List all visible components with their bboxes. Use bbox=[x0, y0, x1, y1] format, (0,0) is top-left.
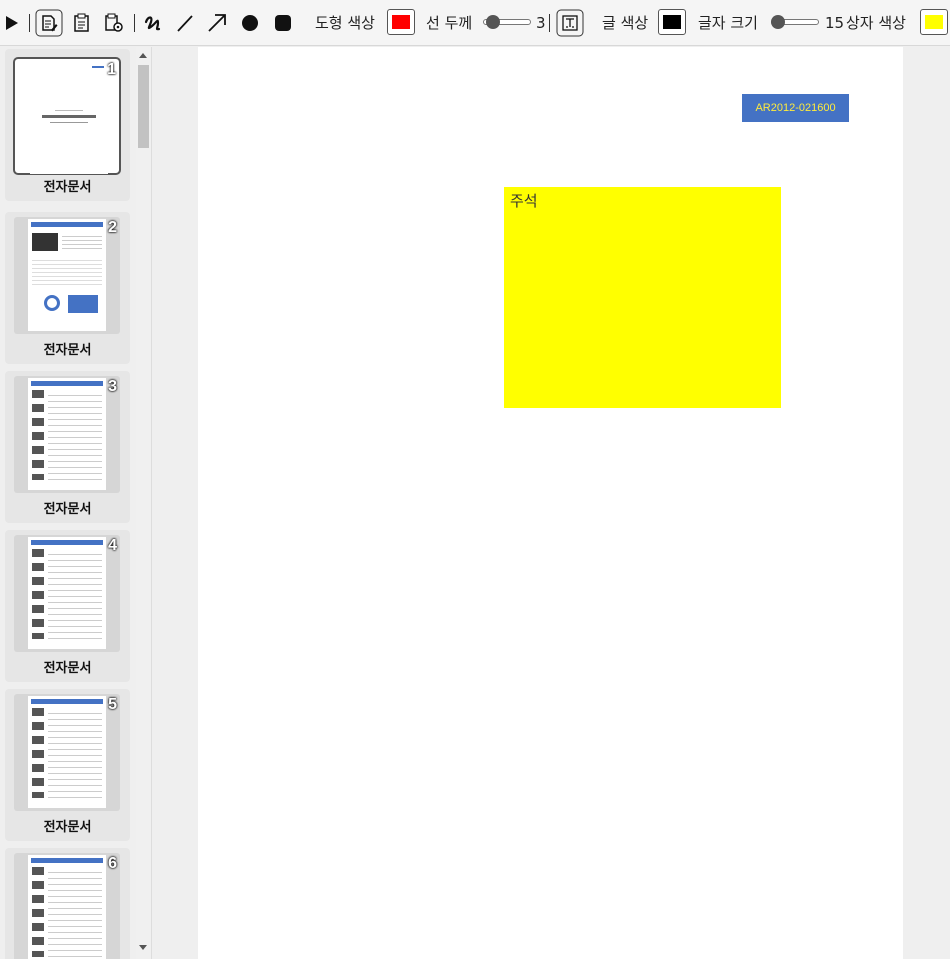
text-box-icon[interactable] bbox=[556, 0, 584, 46]
box-color-picker[interactable] bbox=[920, 9, 948, 35]
text-color-label: 글 색상 bbox=[602, 14, 649, 32]
scroll-thumb[interactable] bbox=[138, 65, 149, 148]
arrow-icon[interactable] bbox=[205, 0, 229, 46]
slider-thumb[interactable] bbox=[486, 15, 501, 29]
sidebar-scrollbar[interactable] bbox=[136, 47, 151, 959]
circle-icon[interactable] bbox=[238, 0, 262, 46]
page-preview bbox=[28, 696, 106, 808]
annotation-note[interactable]: 주석 bbox=[504, 187, 781, 408]
scroll-up-icon[interactable] bbox=[139, 53, 147, 58]
page-thumbnail-sidebar: 1 전자문서 2 전자문서 3 전자문서 4 전자문서 5 전자문서 6 bbox=[0, 47, 152, 959]
thumbnail-frame: 1 bbox=[13, 57, 121, 175]
freehand-icon[interactable] bbox=[141, 0, 165, 46]
page-preview bbox=[28, 219, 106, 331]
page-number: 3 bbox=[108, 378, 117, 395]
page-number: 6 bbox=[108, 855, 117, 872]
thumbnail-frame: 4 bbox=[14, 535, 120, 652]
document-viewer: AR2012-021600 주석 bbox=[152, 47, 950, 959]
page-preview bbox=[28, 855, 106, 959]
toolbar-divider bbox=[134, 14, 135, 32]
page-caption: 전자문서 bbox=[43, 343, 92, 358]
shape-color-label: 도형 색상 bbox=[315, 14, 375, 32]
line-width-label: 선 두께 bbox=[426, 14, 473, 32]
font-size-value: 15 bbox=[825, 14, 845, 32]
play-icon[interactable] bbox=[3, 0, 21, 46]
page-number: 2 bbox=[108, 219, 117, 236]
text-color-fill bbox=[663, 15, 681, 29]
line-width-value: 3 bbox=[536, 14, 546, 32]
page-thumbnail[interactable]: 1 전자문서 bbox=[5, 49, 130, 201]
page-thumbnail[interactable]: 3 전자문서 bbox=[5, 371, 130, 523]
thumbnail-frame: 5 bbox=[14, 694, 120, 811]
shape-color-picker[interactable] bbox=[387, 9, 415, 35]
page-caption: 전자문서 bbox=[43, 661, 92, 676]
page-preview bbox=[28, 537, 106, 649]
document-id-badge: AR2012-021600 bbox=[742, 94, 849, 122]
page-thumbnail[interactable]: 6 bbox=[5, 848, 130, 959]
page-caption: 전자문서 bbox=[43, 180, 92, 195]
page-thumbnail[interactable]: 5 전자문서 bbox=[5, 689, 130, 841]
shape-color-fill bbox=[392, 15, 410, 29]
page-preview bbox=[28, 378, 106, 490]
clipboard-icon[interactable] bbox=[70, 0, 94, 46]
edit-document-icon[interactable] bbox=[35, 0, 63, 46]
page-preview bbox=[30, 62, 108, 174]
box-color-fill bbox=[925, 15, 943, 29]
box-color-label: 상자 색상 bbox=[846, 14, 906, 32]
clipboard-settings-icon[interactable] bbox=[102, 0, 126, 46]
toolbar-divider bbox=[29, 14, 30, 32]
text-color-picker[interactable] bbox=[658, 9, 686, 35]
thumbnail-frame: 6 bbox=[14, 853, 120, 959]
annotation-toolbar: 도형 색상 선 두께 3 글 색상 글자 크기 15 상자 색상 bbox=[0, 0, 950, 46]
page-thumbnail[interactable]: 2 전자문서 bbox=[5, 212, 130, 364]
toolbar-divider bbox=[549, 14, 550, 32]
font-size-slider[interactable] bbox=[771, 15, 819, 29]
thumbnail-frame: 3 bbox=[14, 376, 120, 493]
line-icon[interactable] bbox=[173, 0, 197, 46]
font-size-label: 글자 크기 bbox=[698, 14, 758, 32]
page-thumbnail[interactable]: 4 전자문서 bbox=[5, 530, 130, 682]
document-page: AR2012-021600 주석 bbox=[198, 47, 903, 959]
scroll-down-icon[interactable] bbox=[139, 945, 147, 950]
thumbnail-frame: 2 bbox=[14, 217, 120, 334]
line-width-slider[interactable] bbox=[483, 15, 531, 29]
page-number: 1 bbox=[107, 61, 116, 78]
page-caption: 전자문서 bbox=[43, 820, 92, 835]
slider-thumb[interactable] bbox=[771, 15, 785, 29]
page-number: 4 bbox=[108, 537, 117, 554]
annotation-text[interactable]: 주석 bbox=[510, 190, 538, 211]
rectangle-icon[interactable] bbox=[271, 0, 295, 46]
page-number: 5 bbox=[108, 696, 117, 713]
page-caption: 전자문서 bbox=[43, 502, 92, 517]
